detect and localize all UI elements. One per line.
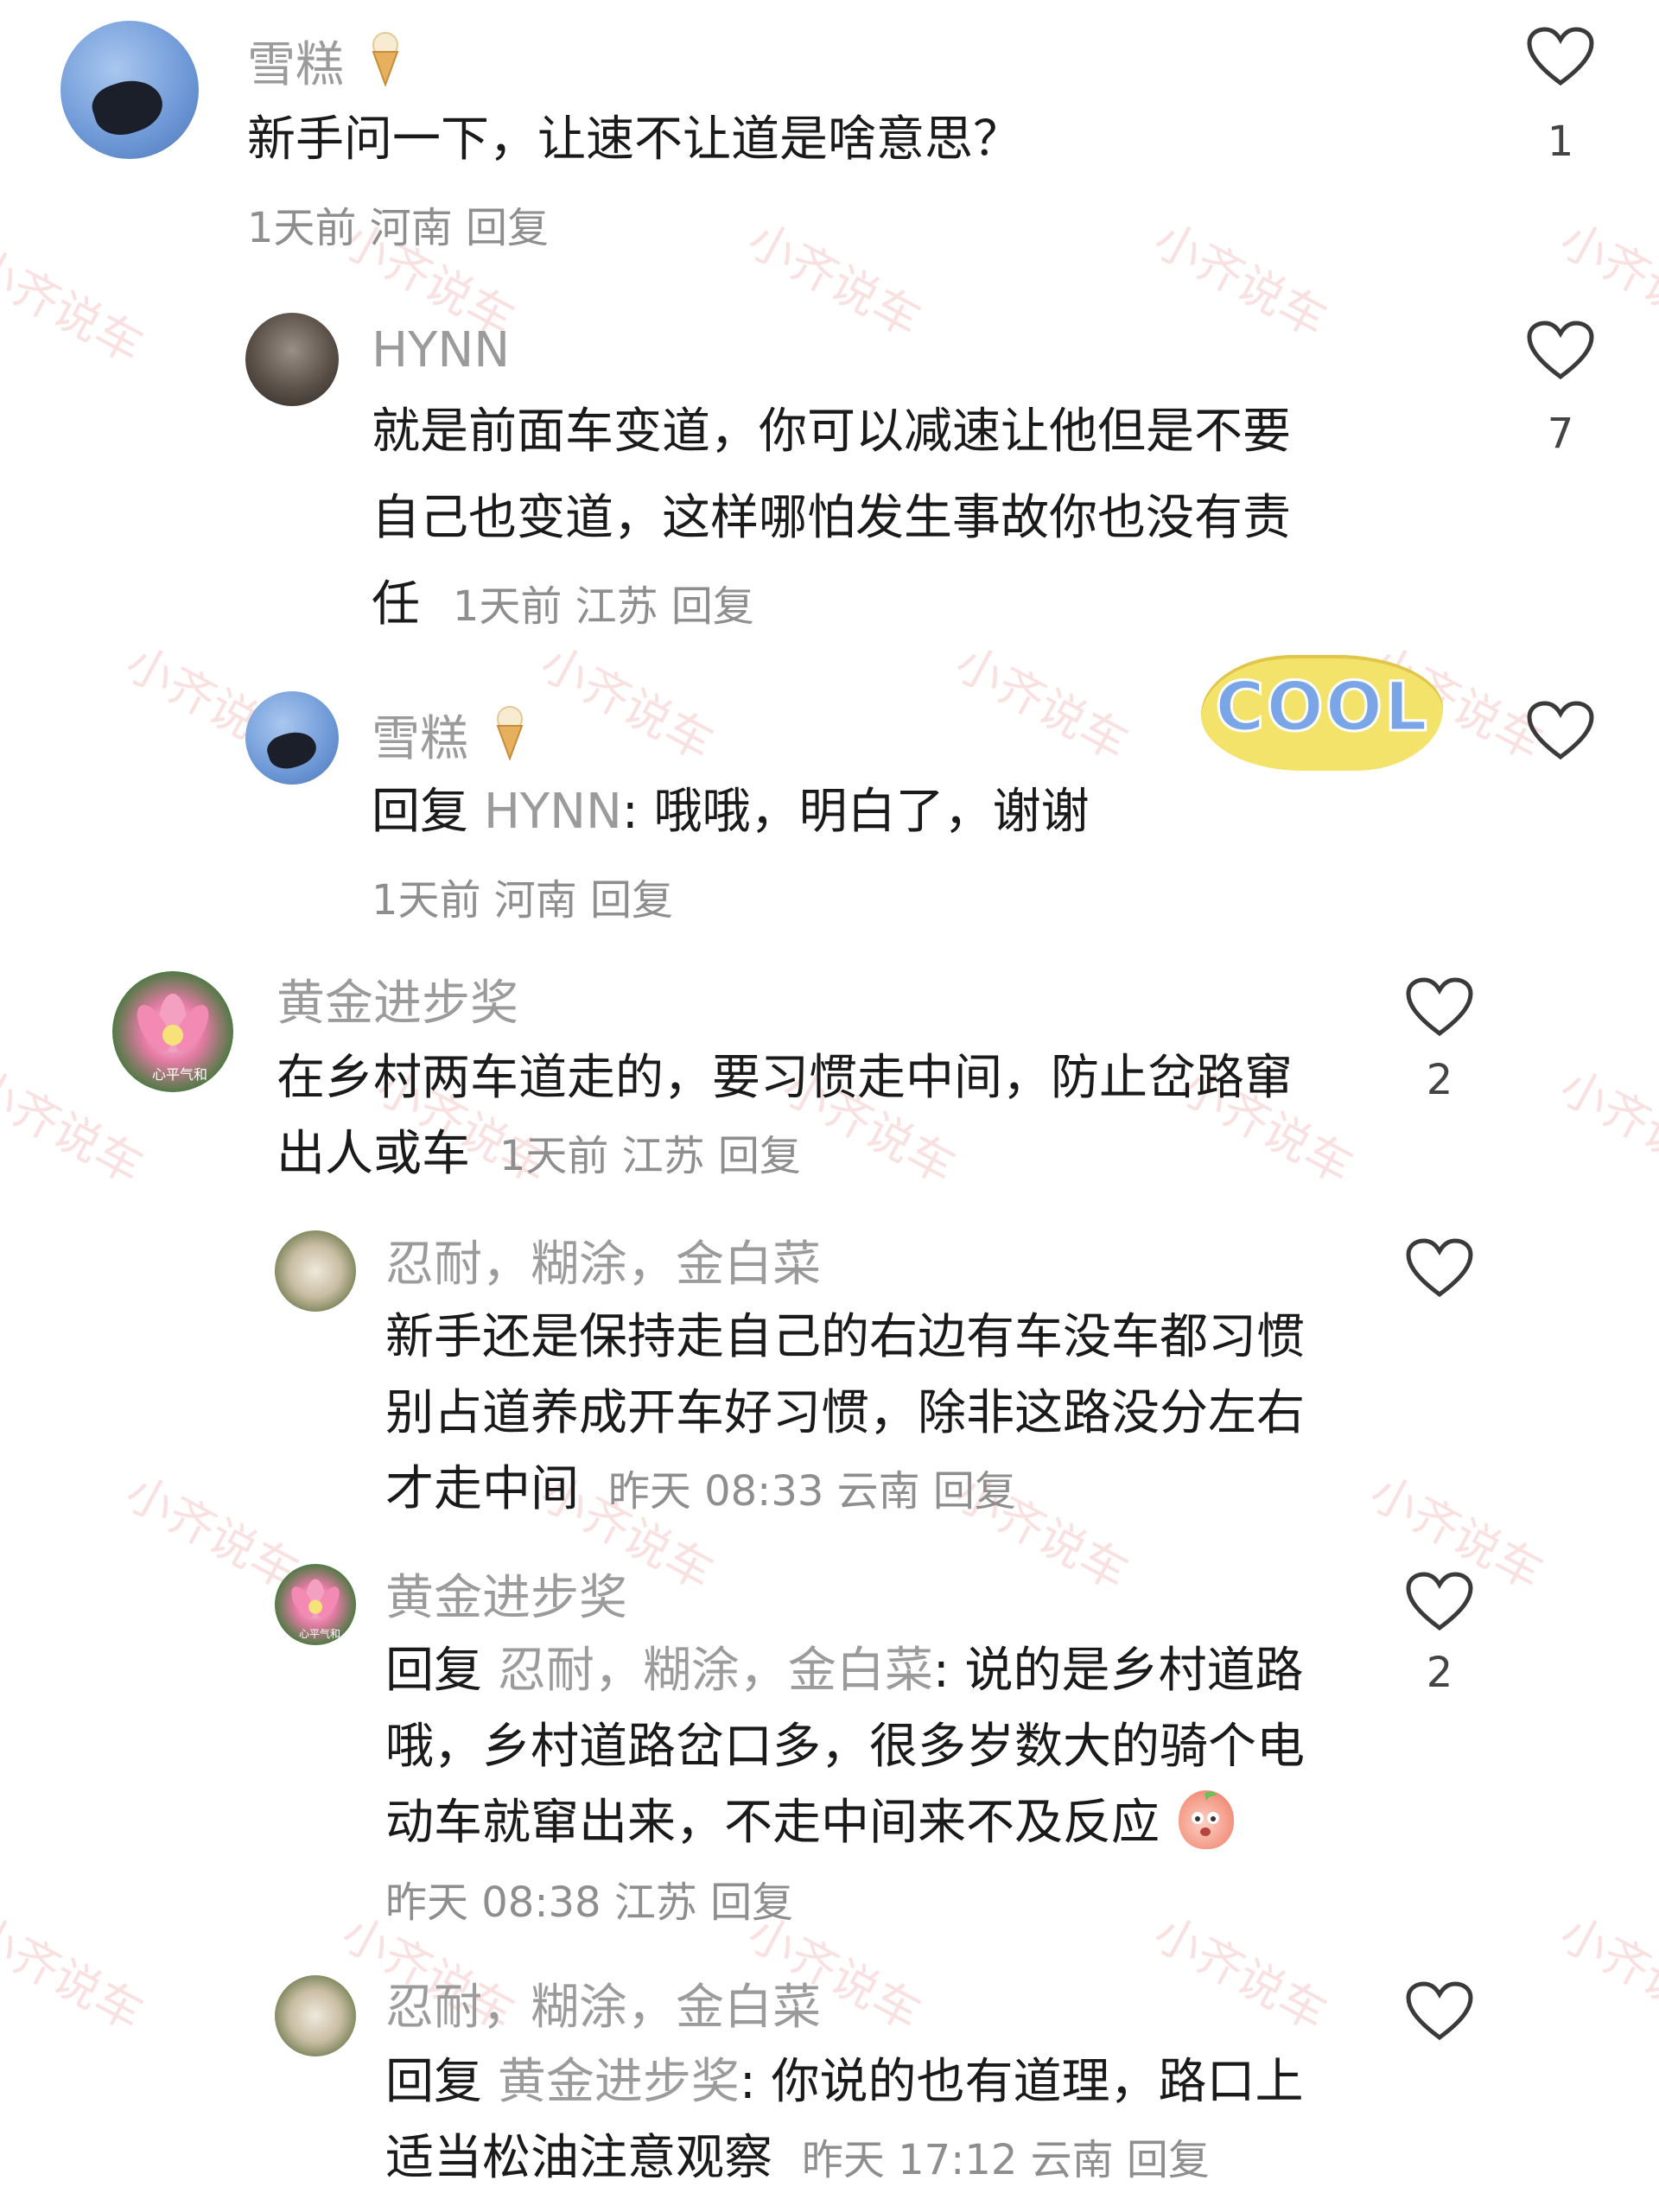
username[interactable]: 黄金进步奖 xyxy=(276,980,518,1028)
comment-text-line: 哦，乡村道路岔口多，很多岁数大的骑个电 xyxy=(385,1719,1305,1775)
comment-text-line: 适当松油注意观察 昨天 17:12 云南 回复 xyxy=(385,2120,1210,2198)
heart-icon[interactable] xyxy=(1405,976,1474,1039)
avatar[interactable]: 心平气和 xyxy=(112,971,233,1092)
ice-cream-icon xyxy=(493,705,527,761)
like-count: 2 xyxy=(1426,1649,1453,1697)
comment-text-line: 就是前面车变道，你可以减速让他但是不要 xyxy=(372,404,1291,460)
comment-meta[interactable]: 1天前 江苏 回复 xyxy=(499,1132,801,1180)
reply-prefix: 回复 xyxy=(385,1643,482,1699)
comment-text-end: 适当松油注意观察 xyxy=(385,2130,772,2186)
avatar[interactable] xyxy=(245,313,339,406)
reply-text: : 说的是乡村道路 xyxy=(932,1643,1304,1699)
like-count: 1 xyxy=(1547,118,1574,166)
comment-meta[interactable]: 昨天 08:38 江苏 回复 xyxy=(385,1882,793,1923)
heart-icon[interactable] xyxy=(1526,700,1595,762)
avatar[interactable] xyxy=(60,21,199,159)
reply-target-user[interactable]: HYNN xyxy=(484,784,622,840)
comment-meta[interactable]: 1天前 河南 回复 xyxy=(372,880,673,921)
comment-meta[interactable]: 1天前 河南 回复 xyxy=(247,207,549,249)
comment-meta[interactable]: 昨天 17:12 云南 回复 xyxy=(802,2136,1210,2184)
avatar-label: 心平气和 xyxy=(152,1066,208,1083)
avatar[interactable] xyxy=(275,1975,356,2056)
comment-text-line: 新手还是保持走自己的右边有车没车都习惯 xyxy=(385,1309,1305,1365)
comment-text-line: 在乡村两车道走的，要习惯走中间，防止岔路窜 xyxy=(276,1050,1293,1106)
comment-text: 回复 HYNN: 哦哦，明白了，谢谢 xyxy=(372,774,1090,850)
avatar[interactable] xyxy=(245,691,339,785)
comment-text-line: 出人或车 1天前 江苏 回复 xyxy=(276,1116,801,1194)
comment-text: 新手问一下，让速不让道是啥意思？ xyxy=(247,111,1021,168)
watermark: 小齐说车 xyxy=(0,1905,152,2042)
comment-meta[interactable]: 1天前 江苏 回复 xyxy=(453,582,754,631)
username[interactable]: 忍耐，糊涂，金白菜 xyxy=(385,1241,821,1289)
comment-text-line: 才走中间 昨天 08:33 云南 回复 xyxy=(385,1452,1016,1529)
heart-icon[interactable] xyxy=(1405,1980,1474,2043)
comment-text-line: 动车就窜出来，不走中间来不及反应 xyxy=(385,1785,1234,1861)
comment-meta[interactable]: 昨天 08:33 云南 回复 xyxy=(608,1467,1016,1516)
reply-text: : 哦哦，明白了，谢谢 xyxy=(621,784,1090,840)
sticker-text: COOL xyxy=(1214,669,1429,747)
avatar-label: 心平气和 xyxy=(299,1628,341,1640)
watermark: 小齐说车 xyxy=(1551,1058,1659,1195)
reply-text: : 你说的也有道理，路口上 xyxy=(739,2054,1304,2110)
comment-text-end: 任 xyxy=(372,576,420,632)
comment-text-end: 动车就窜出来，不走中间来不及反应 xyxy=(385,1795,1160,1851)
like-count: 7 xyxy=(1547,410,1574,458)
reply-prefix: 回复 xyxy=(372,784,468,840)
comment-text-line: 回复 黄金进步奖: 你说的也有道理，路口上 xyxy=(385,2044,1303,2120)
ice-cream-icon xyxy=(368,31,403,87)
watermark: 小齐说车 xyxy=(739,212,930,348)
comment-text-end: 才走中间 xyxy=(385,1461,579,1517)
watermark: 小齐说车 xyxy=(946,635,1137,772)
comment-text-line: 别占道养成开车好习惯，除非这路没分左右 xyxy=(385,1385,1305,1441)
username[interactable]: HYNN xyxy=(372,327,510,375)
avatar[interactable] xyxy=(275,1230,356,1312)
watermark: 小齐说车 xyxy=(1145,212,1336,348)
cool-sticker: COOL xyxy=(1201,655,1443,771)
comment-text-line: 回复 忍耐，糊涂，金白菜: 说的是乡村道路 xyxy=(385,1633,1303,1709)
username-text: 雪糕 xyxy=(247,37,344,93)
username[interactable]: 雪糕 xyxy=(247,31,403,90)
username[interactable]: 雪糕 xyxy=(372,705,527,764)
peach-emoji-icon xyxy=(1178,1790,1234,1849)
reply-target-user[interactable]: 忍耐，糊涂，金白菜 xyxy=(498,1643,933,1699)
heart-icon[interactable] xyxy=(1405,1237,1474,1300)
reply-prefix: 回复 xyxy=(385,2054,482,2110)
username[interactable]: 黄金进步奖 xyxy=(385,1574,627,1623)
watermark: 小齐说车 xyxy=(531,635,722,772)
reply-target-user[interactable]: 黄金进步奖 xyxy=(498,2054,740,2110)
username-text: 雪糕 xyxy=(372,711,468,767)
heart-icon[interactable] xyxy=(1405,1571,1474,1633)
username[interactable]: 忍耐，糊涂，金白菜 xyxy=(385,1984,821,2032)
avatar[interactable]: 心平气和 xyxy=(275,1564,356,1645)
comment-text-line: 任 1天前 江苏 回复 xyxy=(372,567,754,645)
watermark: 小齐说车 xyxy=(0,238,152,374)
heart-icon[interactable] xyxy=(1526,26,1595,88)
watermark: 小齐说车 xyxy=(1551,1905,1659,2042)
comment-text-end: 出人或车 xyxy=(276,1126,470,1182)
comment-text-line: 自己也变道，这样哪怕发生事故你也没有责 xyxy=(372,490,1291,546)
heart-icon[interactable] xyxy=(1526,320,1595,382)
watermark: 小齐说车 xyxy=(1145,1905,1336,2042)
like-count: 2 xyxy=(1426,1056,1453,1104)
